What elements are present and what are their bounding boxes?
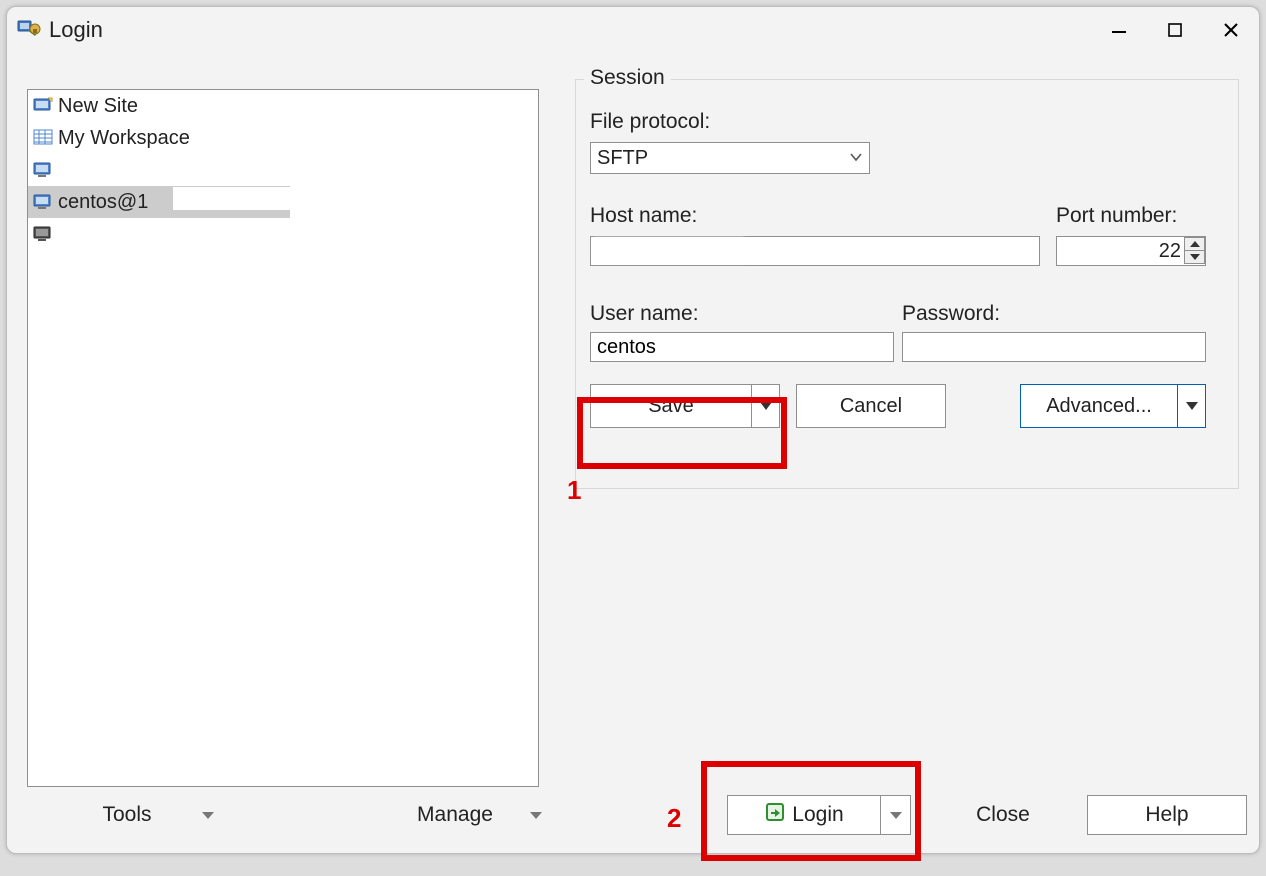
window-title: Login: [49, 17, 103, 43]
file-protocol-value: SFTP: [597, 147, 648, 170]
login-button[interactable]: Login: [727, 795, 911, 835]
list-item-workspace[interactable]: My Workspace: [28, 122, 538, 154]
titlebar: Login: [7, 7, 1259, 53]
site-list[interactable]: New Site My Workspace centos@1: [27, 89, 539, 787]
tools-button[interactable]: Tools: [27, 795, 227, 835]
monitor-new-icon: [32, 96, 54, 116]
chevron-down-icon: [530, 812, 542, 819]
tools-label: Tools: [38, 803, 216, 827]
login-dropdown-button[interactable]: [880, 796, 910, 834]
save-dropdown-button[interactable]: [751, 385, 779, 427]
triangle-down-icon: [1190, 254, 1200, 260]
workspace-icon: [32, 128, 54, 148]
annotation-number-1: 1: [567, 475, 581, 506]
save-label: Save: [648, 395, 722, 418]
app-icon: [17, 18, 41, 42]
login-dialog: Login New Site: [6, 6, 1260, 854]
minimize-button[interactable]: [1091, 10, 1147, 50]
close-button[interactable]: Close: [927, 795, 1079, 835]
user-name-label: User name:: [590, 302, 699, 326]
list-item-label: New Site: [58, 95, 138, 118]
password-label: Password:: [902, 302, 1000, 326]
login-icon: [764, 801, 786, 829]
file-protocol-label: File protocol:: [590, 110, 710, 134]
monitor-icon: [32, 192, 54, 212]
chevron-down-icon: [890, 812, 902, 819]
triangle-up-icon: [1190, 241, 1200, 247]
cancel-label: Cancel: [840, 395, 902, 418]
session-legend: Session: [584, 66, 671, 90]
advanced-label: Advanced...: [1046, 395, 1180, 418]
user-name-input[interactable]: [590, 332, 894, 362]
advanced-dropdown-button[interactable]: [1177, 385, 1205, 427]
login-label: Login: [792, 803, 873, 827]
port-down-button[interactable]: [1184, 250, 1205, 264]
triangle-down-icon: [1186, 402, 1198, 410]
manage-label: Manage: [366, 803, 544, 827]
list-item-new-site[interactable]: New Site: [28, 90, 538, 122]
port-number-label: Port number:: [1056, 204, 1177, 228]
port-number-value: 22: [1159, 240, 1181, 263]
port-number-spinner[interactable]: 22: [1056, 236, 1206, 266]
monitor-icon: [32, 224, 54, 244]
chevron-down-icon: [849, 147, 863, 170]
monitor-icon: [32, 160, 54, 180]
close-window-button[interactable]: [1203, 10, 1259, 50]
help-button[interactable]: Help: [1087, 795, 1247, 835]
password-input[interactable]: [902, 332, 1206, 362]
maximize-button[interactable]: [1147, 10, 1203, 50]
help-label: Help: [1145, 803, 1188, 827]
port-up-button[interactable]: [1184, 237, 1205, 251]
bottom-bar: Tools Manage Login Close Help: [19, 795, 1247, 839]
chevron-down-icon: [202, 812, 214, 819]
file-protocol-select[interactable]: SFTP: [590, 142, 870, 174]
manage-button[interactable]: Manage: [355, 795, 555, 835]
close-label: Close: [976, 803, 1030, 827]
advanced-button[interactable]: Advanced...: [1020, 384, 1206, 428]
host-name-label: Host name:: [590, 204, 697, 228]
annotation-number-2: 2: [667, 803, 681, 834]
cancel-button[interactable]: Cancel: [796, 384, 946, 428]
triangle-down-icon: [760, 402, 772, 410]
list-item-label: centos@1: [58, 191, 148, 214]
session-group: Session File protocol: SFTP Host name: P…: [575, 79, 1239, 489]
save-button[interactable]: Save: [590, 384, 780, 428]
list-item-label: My Workspace: [58, 127, 190, 150]
